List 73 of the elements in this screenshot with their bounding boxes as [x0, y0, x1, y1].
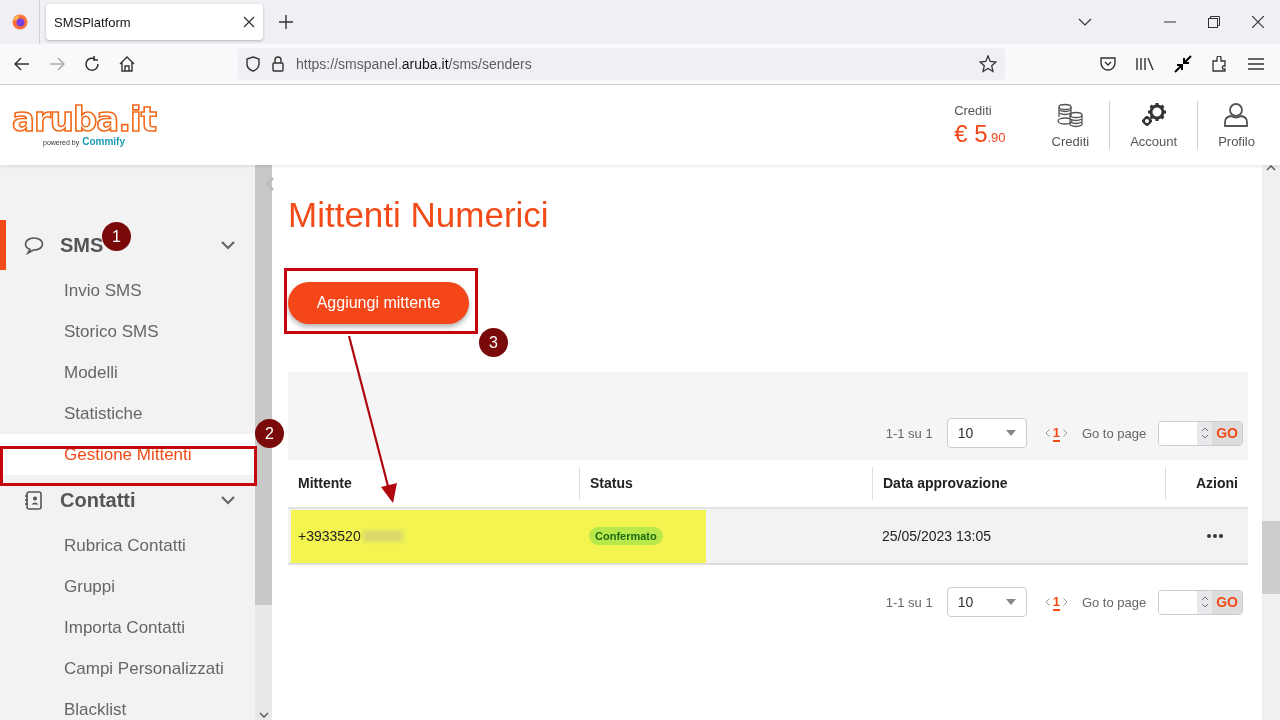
page-size-select[interactable]: 10: [946, 587, 1027, 617]
dropdown-caret-icon: [1005, 599, 1016, 605]
sidebar-item[interactable]: Storico SMS: [0, 311, 255, 352]
dropdown-caret-icon: [1005, 430, 1016, 436]
url-text: https://smspanel.aruba.it/sms/senders: [296, 56, 533, 72]
chevron-down-icon[interactable]: [1078, 18, 1092, 26]
prev-page-icon[interactable]: [1044, 598, 1050, 606]
brand-logo[interactable]: aruba.it: [12, 103, 156, 135]
star-icon[interactable]: [979, 55, 997, 73]
reload-icon[interactable]: [84, 56, 100, 72]
close-icon[interactable]: [1252, 16, 1264, 28]
address-book-icon: [24, 490, 44, 510]
close-icon[interactable]: [243, 16, 255, 28]
pocket-icon[interactable]: [1100, 57, 1116, 71]
shield-icon[interactable]: [246, 56, 260, 72]
chat-icon: [24, 235, 44, 255]
result-count: 1-1 su 1: [885, 425, 933, 441]
next-page-icon[interactable]: [1062, 429, 1068, 437]
header-nav-item[interactable]: Profilo: [1197, 101, 1280, 149]
sidebar-item[interactable]: Rubrica Contatti: [0, 525, 255, 566]
library-icon[interactable]: [1136, 57, 1154, 71]
collapse-arrows-icon[interactable]: [1174, 55, 1192, 73]
address-bar[interactable]: https://smspanel.aruba.it/sms/senders: [238, 48, 1005, 80]
menu-icon[interactable]: [1248, 58, 1264, 70]
scrollbar-thumb[interactable]: [1262, 521, 1280, 594]
header-nav-item[interactable]: Crediti: [1031, 101, 1110, 149]
step-marker: 3: [479, 328, 508, 357]
date-cell: 25/05/2023 13:05: [882, 528, 991, 544]
gear-icon: [1139, 101, 1168, 128]
user-icon: [1222, 101, 1251, 128]
sidebar-item[interactable]: Statistiche: [0, 393, 255, 434]
credit-amount: € 5.90: [954, 119, 1006, 148]
page-title: Mittenti Numerici: [288, 195, 550, 235]
coins-icon: [1056, 101, 1085, 128]
browser-tab[interactable]: SMSPlatform: [46, 4, 263, 40]
more-actions-icon[interactable]: [1207, 534, 1223, 538]
browser-logo-icon[interactable]: [11, 14, 28, 30]
restore-icon[interactable]: [1208, 16, 1220, 28]
add-sender-button[interactable]: Aggiungi mittente: [288, 282, 469, 324]
scrollbar-thumb[interactable]: [255, 165, 272, 605]
new-tab-icon[interactable]: [279, 15, 293, 29]
sidebar-item[interactable]: Importa Contatti: [0, 607, 255, 648]
lock-icon: [272, 56, 284, 72]
go-to-page-label: Go to page: [1081, 425, 1147, 441]
extensions-icon[interactable]: [1212, 56, 1228, 72]
column-header[interactable]: Status: [579, 467, 872, 500]
scroll-down-icon[interactable]: [258, 712, 269, 718]
home-icon[interactable]: [119, 56, 135, 72]
page-number[interactable]: 1: [1052, 424, 1060, 442]
chevron-down-icon: [221, 240, 235, 250]
result-count: 1-1 su 1: [885, 594, 933, 610]
sidebar-item[interactable]: Invio SMS: [0, 270, 255, 311]
scroll-up-icon[interactable]: [1266, 165, 1276, 171]
back-icon[interactable]: [14, 57, 30, 71]
partner-logo: Commify: [82, 136, 125, 147]
column-header[interactable]: Mittente: [288, 467, 579, 500]
header-nav-item[interactable]: Account: [1109, 101, 1198, 149]
page-number[interactable]: 1: [1052, 593, 1060, 611]
column-header[interactable]: Azioni: [1165, 467, 1248, 500]
sidebar-item[interactable]: Modelli: [0, 352, 255, 393]
sidebar-item[interactable]: Blacklist: [0, 689, 255, 720]
column-header[interactable]: Data approvazione: [872, 467, 1165, 500]
status-badge: Confermato: [589, 527, 663, 545]
prev-page-icon[interactable]: [1044, 429, 1050, 437]
page-size-select[interactable]: 10: [946, 418, 1027, 448]
go-to-page-label: Go to page: [1081, 594, 1147, 610]
chevron-down-icon: [221, 495, 235, 505]
next-page-icon[interactable]: [1062, 598, 1068, 606]
sidebar-section[interactable]: Contatti: [0, 475, 255, 525]
sender-number: +3933520: [298, 528, 361, 544]
credit-label: Crediti: [954, 102, 993, 118]
sidebar-item[interactable]: Campi Personalizzati: [0, 648, 255, 689]
sidebar-item[interactable]: Gruppi: [0, 566, 255, 607]
